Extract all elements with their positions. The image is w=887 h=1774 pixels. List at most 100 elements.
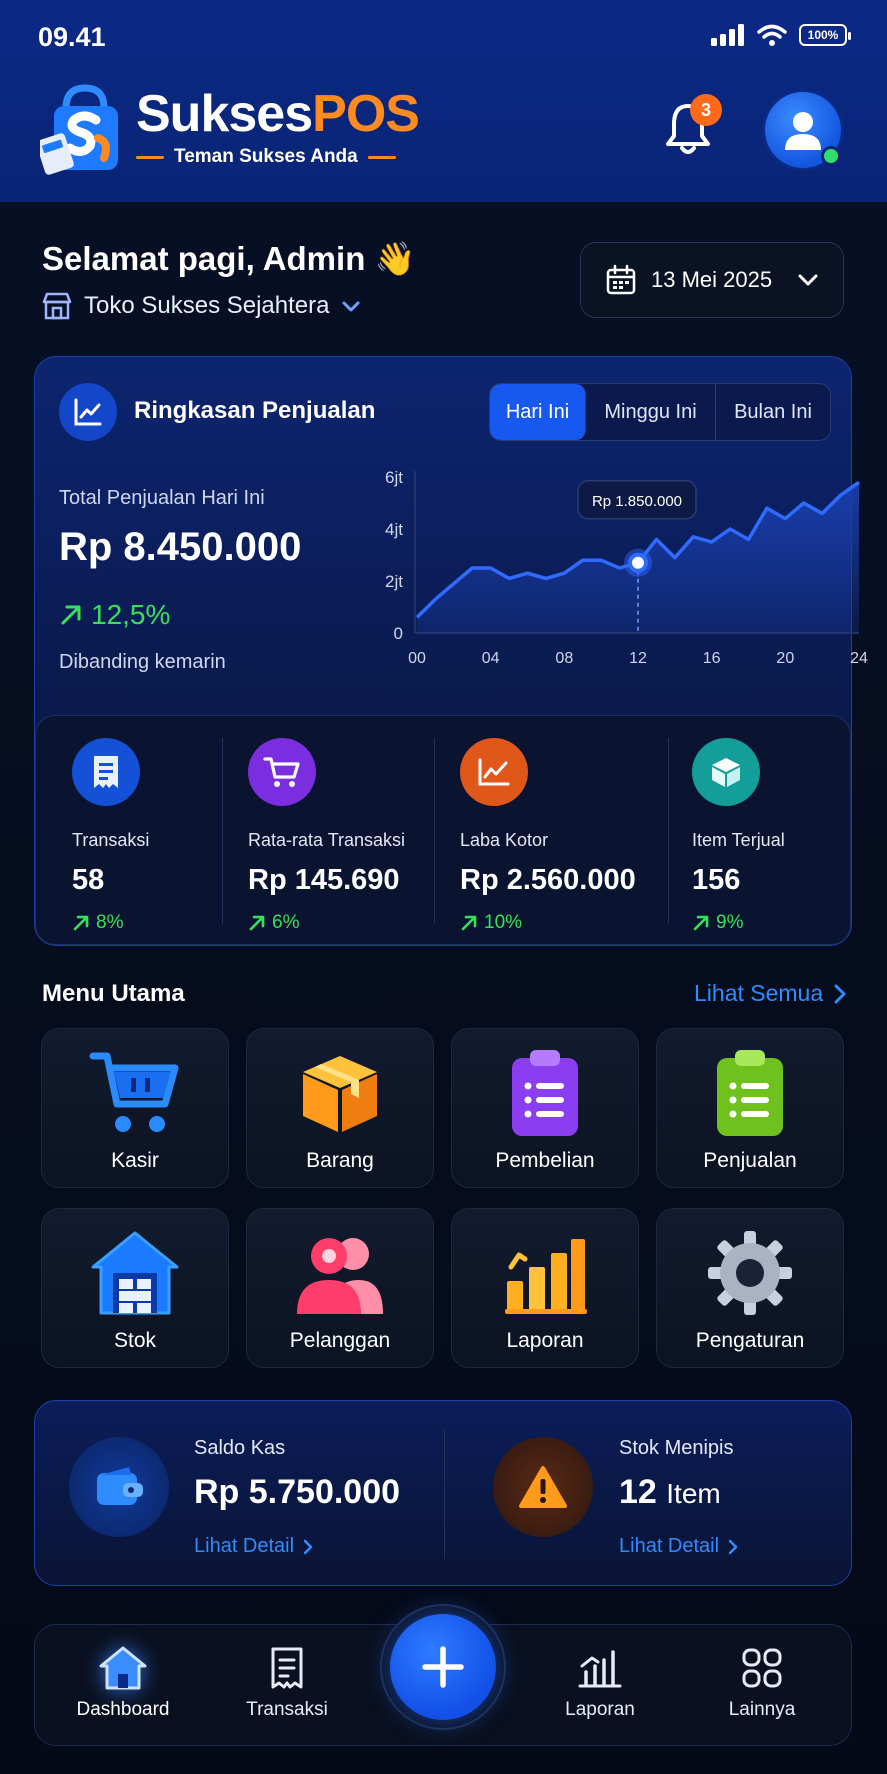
info-cards: Saldo Kas Rp 5.750.000 Lihat Detail Stok… <box>34 1400 852 1586</box>
stat-change-value: 10% <box>484 912 523 933</box>
brand-name: SuksesPOS <box>136 85 420 143</box>
menu-label: Pengaturan <box>695 1329 805 1352</box>
chart-x-tick-label: 24 <box>850 650 868 667</box>
arrow-up-right-icon <box>249 915 265 931</box>
app-header: 09.41 100% SuksesPOS Teman Sukses Anda 3 <box>0 0 887 202</box>
menu-label: Penjualan <box>703 1149 797 1172</box>
online-indicator <box>821 146 841 166</box>
summary-title: Ringkasan Penjualan <box>134 397 376 424</box>
low-stock-value: 12 Item <box>619 1473 721 1512</box>
menu-item-pelanggan[interactable]: Pelanggan <box>246 1208 434 1368</box>
menu-item-laporan[interactable]: Laporan <box>451 1208 639 1368</box>
bar-chart-icon <box>497 1225 593 1321</box>
menu-item-kasir[interactable]: Kasir <box>41 1028 229 1188</box>
stat-divider <box>434 738 435 924</box>
signal-icon <box>711 24 744 46</box>
bar-chart-icon <box>535 1643 665 1693</box>
stat-divider <box>668 738 669 924</box>
total-sales-label: Total Penjualan Hari Ini <box>59 487 265 509</box>
detail-link-label: Lihat Detail <box>619 1535 720 1557</box>
stat-change-value: 8% <box>96 912 124 933</box>
menu-label: Stok <box>113 1329 157 1352</box>
user-icon <box>785 112 821 150</box>
arrow-up-right-icon <box>61 605 81 625</box>
menu-item-pembelian[interactable]: Pembelian <box>451 1028 639 1188</box>
store-selector[interactable]: Toko Sukses Sejahtera <box>42 292 361 320</box>
chart-tooltip-label: Rp 1.850.000 <box>592 493 682 510</box>
stat-change: 10% <box>460 912 522 934</box>
grid-icon <box>697 1643 827 1693</box>
nav-lainnya[interactable]: Lainnya <box>697 1643 827 1721</box>
change-value: 12,5% <box>91 599 171 630</box>
store-name: Toko Sukses Sejahtera <box>84 292 330 319</box>
wifi-icon <box>757 24 787 46</box>
add-button[interactable] <box>390 1614 496 1720</box>
menu-item-pengaturan[interactable]: Pengaturan <box>656 1208 844 1368</box>
brand-text: SuksesPOS Teman Sukses Anda <box>136 85 420 168</box>
change-note: Dibanding kemarin <box>59 651 226 673</box>
nav-label: Lainnya <box>728 1699 796 1720</box>
warning-icon <box>493 1437 593 1537</box>
tagline-line-right <box>367 155 396 159</box>
stat-value: Rp 2.560.000 <box>460 864 636 896</box>
total-sales-change: 12,5% <box>59 599 170 631</box>
chevron-down-icon <box>342 301 360 312</box>
stat-label: Item Terjual <box>692 830 785 850</box>
menu-title: Menu Utama <box>42 980 185 1007</box>
chart-x-tick-label: 16 <box>703 650 721 667</box>
tab-minggu-ini[interactable]: Minggu Ini <box>586 384 716 440</box>
calendar-icon <box>606 264 636 295</box>
clipboard-purple-icon <box>497 1045 593 1141</box>
menu-item-stok[interactable]: Stok <box>41 1208 229 1368</box>
tagline-text: Teman Sukses Anda <box>174 146 358 167</box>
chart-x-tick-label: 00 <box>408 650 426 667</box>
low-stock-label: Stok Menipis <box>619 1437 734 1459</box>
customers-icon <box>292 1225 388 1321</box>
menu-item-penjualan[interactable]: Penjualan <box>656 1028 844 1188</box>
home-icon <box>58 1643 188 1693</box>
status-time: 09.41 <box>38 22 106 52</box>
detail-link-label: Lihat Detail <box>194 1535 295 1557</box>
stat-value: 156 <box>692 864 741 896</box>
nav-transaksi[interactable]: Transaksi <box>222 1643 352 1721</box>
stat-label: Laba Kotor <box>460 830 549 850</box>
menu-label: Kasir <box>111 1149 159 1172</box>
low-stock-unit: Item <box>666 1478 721 1509</box>
arrow-up-right-icon <box>693 915 709 931</box>
tab-bulan-ini[interactable]: Bulan Ini <box>716 384 830 440</box>
chart-y-tick-label: 6jt <box>385 468 403 487</box>
tab-hari-ini[interactable]: Hari Ini <box>490 384 586 440</box>
period-tabs: Hari Ini Minggu Ini Bulan Ini <box>489 383 831 441</box>
menu-label: Pelanggan <box>289 1329 391 1352</box>
brand-name-part2: POS <box>312 85 420 143</box>
chart-x-tick-label: 20 <box>776 650 794 667</box>
nav-laporan[interactable]: Laporan <box>535 1643 665 1721</box>
stat-value: 58 <box>72 864 105 896</box>
status-icons: 100% <box>711 24 851 46</box>
date-picker-button[interactable]: 13 Mei 2025 <box>580 242 844 318</box>
chart-x-tick-label: 04 <box>482 650 500 667</box>
stat-change-value: 9% <box>716 912 744 933</box>
low-stock-detail-link[interactable]: Lihat Detail <box>619 1535 739 1558</box>
stat-divider <box>222 738 223 924</box>
menu-item-barang[interactable]: Barang <box>246 1028 434 1188</box>
nav-label: Dashboard <box>76 1699 170 1720</box>
nav-label: Transaksi <box>246 1699 328 1720</box>
chart-y-tick-label: 4jt <box>385 520 403 539</box>
low-stock-number: 12 <box>619 1473 657 1511</box>
date-label: 13 Mei 2025 <box>651 267 773 292</box>
stat-value: Rp 145.690 <box>248 864 400 896</box>
cash-balance-value: Rp 5.750.000 <box>194 1473 401 1511</box>
brand: SuksesPOS Teman Sukses Anda <box>40 80 420 176</box>
menu-label: Laporan <box>506 1329 584 1352</box>
see-all-link[interactable]: Lihat Semua <box>694 980 847 1007</box>
see-all-label: Lihat Semua <box>694 980 824 1006</box>
total-sales-value: Rp 8.450.000 <box>59 525 302 569</box>
chevron-right-icon <box>303 1539 313 1554</box>
cash-detail-link[interactable]: Lihat Detail <box>194 1535 314 1558</box>
nav-dashboard[interactable]: Dashboard <box>58 1643 188 1721</box>
wallet-icon <box>69 1437 169 1537</box>
menu-label: Barang <box>306 1149 374 1172</box>
brand-name-part1: Sukses <box>136 85 313 143</box>
clipboard-green-icon <box>702 1045 798 1141</box>
